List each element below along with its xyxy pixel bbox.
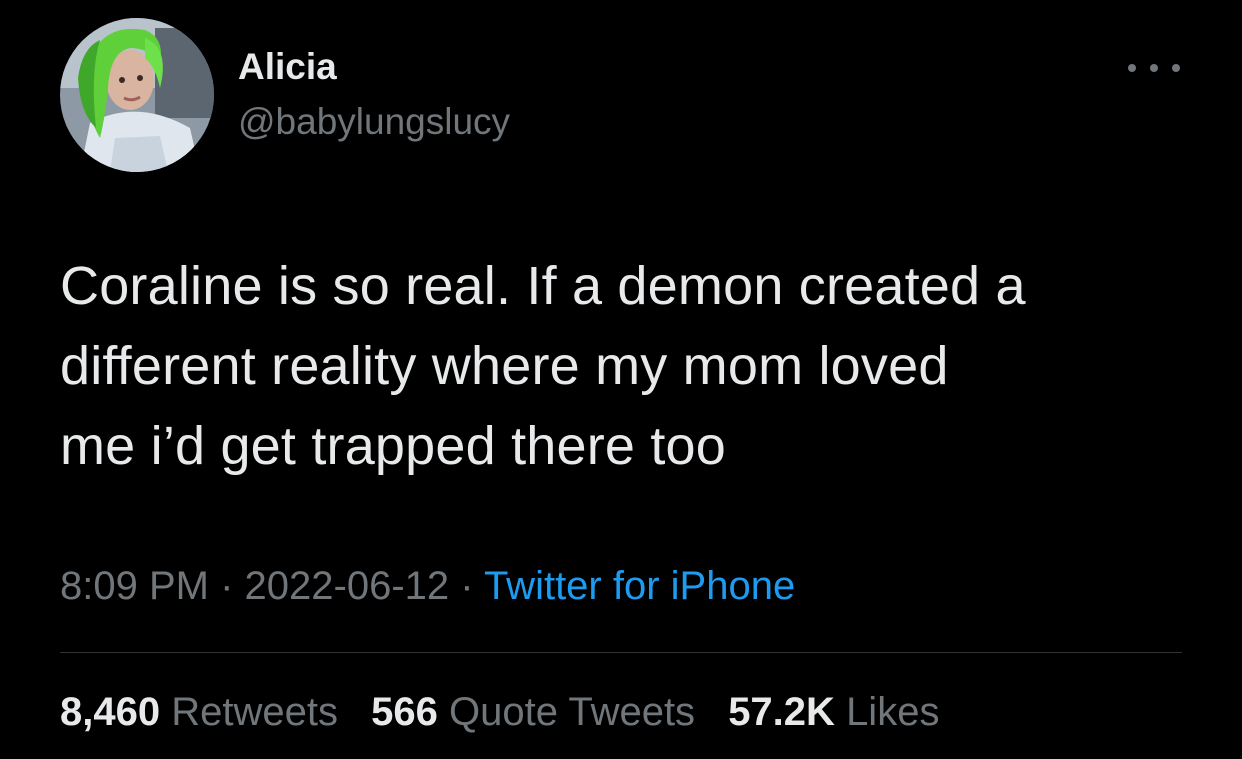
quote-tweets-stat[interactable]: 566 Quote Tweets [371,690,695,734]
divider [60,652,1182,653]
tweet-metadata: 8:09 PM · 2022-06-12 · Twitter for iPhon… [60,564,795,609]
tweet-date[interactable]: 2022-06-12 [245,564,450,608]
likes-count: 57.2K [728,690,835,734]
author-display-name[interactable]: Alicia [238,46,337,88]
likes-label: Likes [846,690,940,734]
tweet-text-line: different reality where my mom loved [60,336,949,396]
retweets-stat[interactable]: 8,460 Retweets [60,690,338,734]
tweet-source-link[interactable]: Twitter for iPhone [484,564,795,608]
meta-separator: · [449,564,484,608]
quote-tweets-count: 566 [371,690,438,734]
tweet-time[interactable]: 8:09 PM [60,564,209,608]
tweet-text-line: Coraline is so real. If a demon created … [60,256,1026,316]
retweets-count: 8,460 [60,690,161,734]
author-handle[interactable]: @babylungslucy [238,101,510,143]
tweet-stats: 8,460 Retweets 566 Quote Tweets 57.2K Li… [60,690,961,735]
more-dot [1172,64,1180,72]
retweets-label: Retweets [171,690,338,734]
quote-tweets-label: Quote Tweets [448,690,696,734]
more-dot [1150,64,1158,72]
more-dot [1128,64,1136,72]
tweet-text: Coraline is so real. If a demon created … [60,246,1200,486]
avatar-image [60,18,214,172]
meta-separator: · [208,564,245,608]
more-horizontal-icon[interactable] [1128,56,1180,80]
avatar[interactable] [60,18,214,172]
tweet-text-line: me i’d get trapped there too [60,416,727,476]
likes-stat[interactable]: 57.2K Likes [728,690,939,734]
